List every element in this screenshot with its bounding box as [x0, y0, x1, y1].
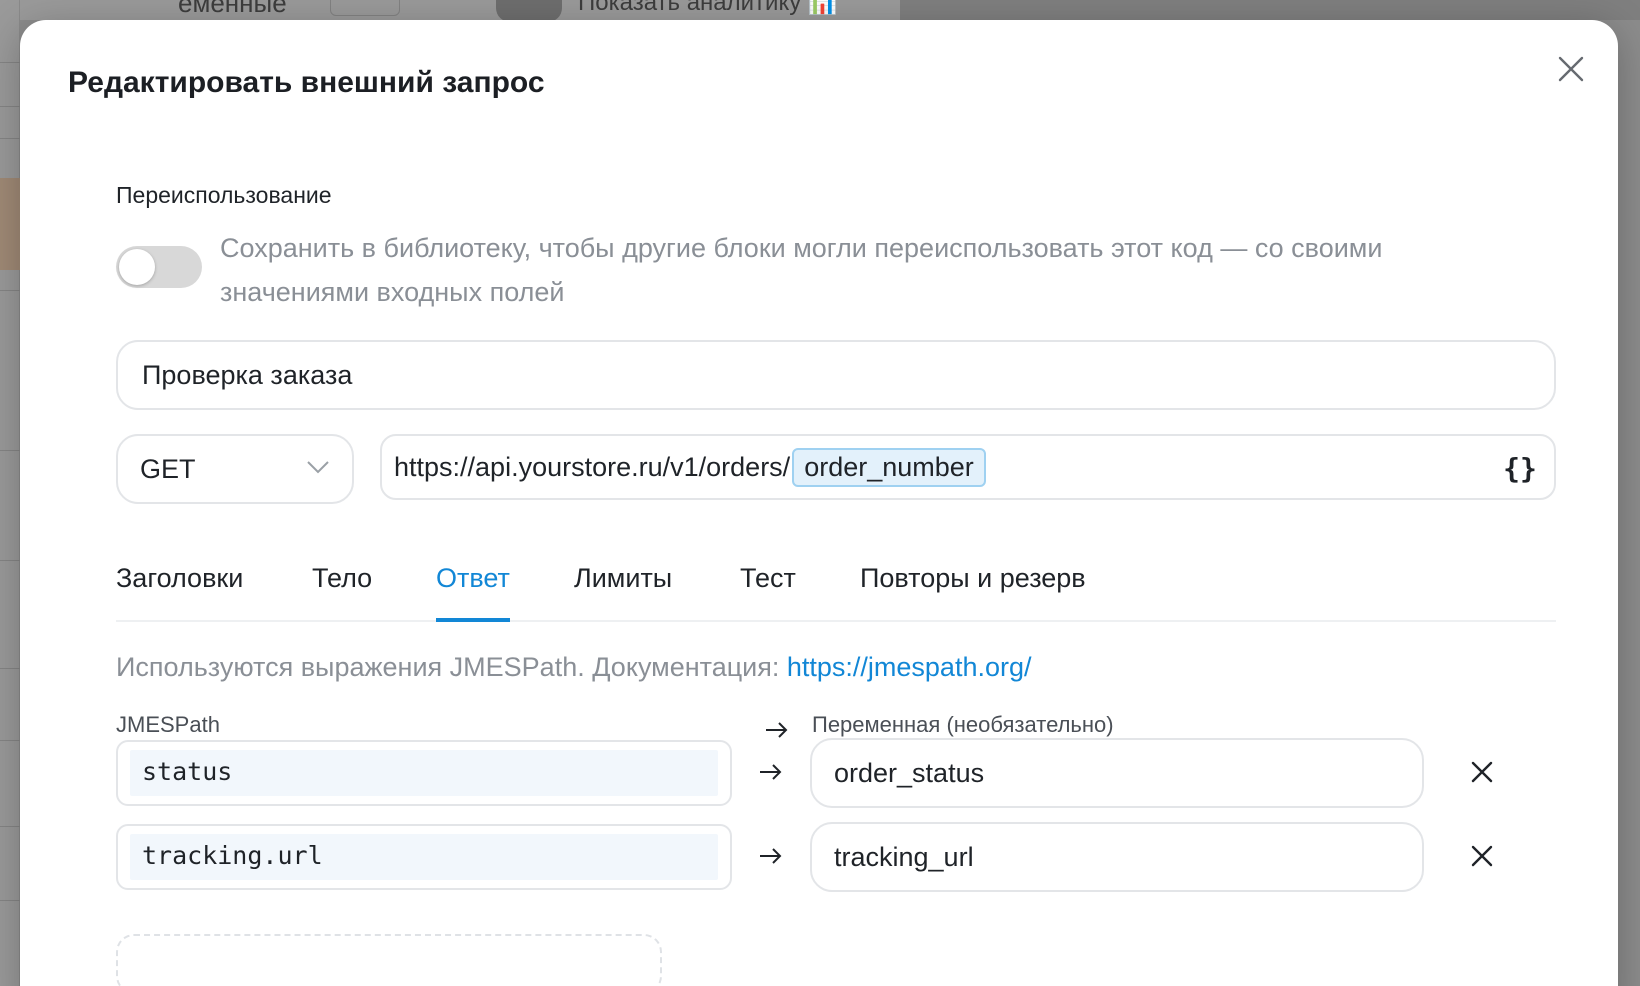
- close-icon: [1471, 845, 1493, 867]
- jmespath-input[interactable]: tracking.url: [116, 824, 732, 890]
- background-more-button: ···: [330, 0, 400, 16]
- chevron-down-icon: [307, 461, 329, 474]
- http-method-select[interactable]: GET: [116, 434, 354, 504]
- save-to-library-description: Сохранить в библиотеку, чтобы другие бло…: [220, 233, 1383, 307]
- request-name-input[interactable]: [116, 340, 1556, 410]
- tab-headers[interactable]: Заголовки: [116, 548, 243, 622]
- jmespath-expression: status: [130, 750, 718, 796]
- modal-title: Редактировать внешний запрос: [68, 66, 545, 99]
- http-method-value: GET: [140, 453, 196, 484]
- variable-input[interactable]: [810, 738, 1424, 808]
- tab-limits[interactable]: Лимиты: [574, 548, 672, 622]
- close-icon: [1558, 56, 1584, 82]
- background-analytics-toggle: [496, 0, 562, 22]
- edit-request-modal: Редактировать внешний запрос Переиспольз…: [20, 20, 1618, 986]
- tab-retries-fallback[interactable]: Повторы и резерв: [860, 548, 1086, 622]
- tab-test[interactable]: Тест: [740, 548, 796, 622]
- braces-icon: {}: [1503, 451, 1537, 485]
- bar-chart-icon: 📊: [807, 0, 838, 16]
- url-variable-chip[interactable]: order_number: [792, 447, 986, 487]
- variable-input[interactable]: [810, 822, 1424, 892]
- arrow-right-icon: [760, 848, 782, 864]
- save-to-library-toggle[interactable]: [116, 246, 202, 288]
- toggle-knob: [119, 249, 155, 285]
- insert-variable-button[interactable]: {}: [1500, 448, 1540, 488]
- arrow-right-icon: [760, 764, 782, 780]
- reuse-section-label: Переиспользование: [116, 182, 332, 208]
- background-sidebar: [0, 0, 20, 986]
- jmespath-hint: Используются выражения JMESPath. Докумен…: [116, 652, 1032, 682]
- close-icon: [1471, 761, 1493, 783]
- jmespath-docs-link[interactable]: https://jmespath.org/: [787, 652, 1032, 682]
- arrow-right-icon: [766, 722, 788, 738]
- jmespath-input[interactable]: status: [116, 740, 732, 806]
- tab-response[interactable]: Ответ: [436, 548, 510, 622]
- tab-body[interactable]: Тело: [312, 548, 372, 622]
- jmespath-expression: tracking.url: [130, 834, 718, 880]
- remove-row-button[interactable]: [1462, 836, 1502, 876]
- url-input[interactable]: https://api.yourstore.ru/v1/orders/ orde…: [380, 434, 1556, 500]
- add-row-button[interactable]: [116, 934, 662, 986]
- close-button[interactable]: [1550, 48, 1592, 90]
- jmespath-column-label: JMESPath: [116, 712, 220, 737]
- request-tabs: Заголовки Тело Ответ Лимиты Тест Повторы…: [116, 548, 1556, 622]
- background-variables-tab: еменные: [178, 0, 287, 18]
- url-base-text: https://api.yourstore.ru/v1/orders/: [394, 451, 791, 482]
- background-canvas: [900, 0, 1640, 20]
- variable-column-label: Переменная (необязательно): [812, 712, 1114, 737]
- remove-row-button[interactable]: [1462, 752, 1502, 792]
- background-analytics-label: Показать аналитику 📊: [578, 0, 838, 17]
